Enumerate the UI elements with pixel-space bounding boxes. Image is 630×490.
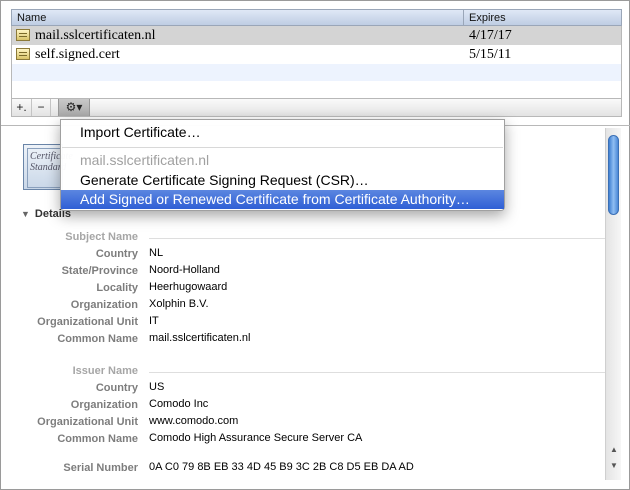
detail-row: Serial Number 0A C0 79 8B EB 33 4D 45 B9…	[11, 460, 605, 477]
field-value: US	[149, 381, 165, 393]
field-label: Organization	[70, 299, 138, 311]
detail-row: Common Name Comodo High Assurance Secure…	[11, 431, 605, 448]
section-rule	[149, 372, 605, 373]
field-value: www.comodo.com	[149, 415, 239, 427]
subject-section-title: Subject Name	[11, 229, 605, 246]
field-value: Noord-Holland	[149, 264, 220, 276]
field-label: Serial Number	[63, 462, 138, 474]
add-button[interactable]: +.	[12, 99, 32, 116]
menu-item-generate-csr[interactable]: Generate Certificate Signing Request (CS…	[61, 171, 504, 190]
field-label: Country	[95, 248, 138, 260]
detail-row: Organization Xolphin B.V.	[11, 297, 605, 314]
certificate-name: mail.sslcertificaten.nl	[35, 28, 156, 43]
field-label: Country	[95, 382, 138, 394]
menu-item-add-signed-certificate[interactable]: Add Signed or Renewed Certificate from C…	[61, 190, 504, 209]
gear-dropdown-menu: Import Certificate… mail.sslcertificaten…	[60, 119, 505, 211]
certificate-icon	[16, 29, 30, 41]
certificate-icon	[16, 48, 30, 60]
field-label: Common Name	[57, 433, 138, 445]
field-label: Organization	[70, 399, 138, 411]
keychain-window: Name Expires mail.sslcertificaten.nl 4/1…	[0, 0, 630, 490]
scroll-thumb[interactable]	[608, 135, 619, 215]
column-header-expires[interactable]: Expires	[469, 12, 506, 24]
field-value: NL	[149, 247, 164, 259]
field-value: Comodo Inc	[149, 398, 209, 410]
detail-row: Common Name mail.sslcertificaten.nl	[11, 331, 605, 348]
gear-menu-label: ⚙▾	[65, 100, 83, 114]
field-value: Heerhugowaard	[149, 281, 228, 293]
certificate-list: mail.sslcertificaten.nl 4/17/17 self.sig…	[11, 26, 622, 98]
detail-row: Organizational Unit IT	[11, 314, 605, 331]
table-row[interactable]: mail.sslcertificaten.nl 4/17/17	[12, 26, 621, 45]
field-label: Organizational Unit	[37, 316, 138, 328]
detail-row: Organizational Unit www.comodo.com	[11, 414, 605, 431]
certificate-name: self.signed.cert	[35, 47, 120, 62]
section-label: Issuer Name	[72, 365, 138, 377]
certificate-toolbar: +. − ⚙▾	[11, 98, 622, 117]
menu-separator	[62, 147, 503, 148]
empty-row	[12, 64, 621, 81]
certificate-expires: 5/15/11	[469, 47, 512, 62]
field-label: Locality	[96, 282, 138, 294]
disclosure-triangle-icon[interactable]: ▼	[21, 209, 30, 219]
detail-row: Country NL	[11, 246, 605, 263]
field-value: IT	[149, 315, 159, 327]
field-value: 0A C0 79 8B EB 33 4D 45 B9 3C 2B C8 D5 E…	[149, 461, 414, 473]
details-scrollbar[interactable]: ▲ ▼	[605, 128, 621, 480]
detail-row: Organization Comodo Inc	[11, 397, 605, 414]
section-label: Subject Name	[65, 231, 138, 243]
menu-item-import-certificate[interactable]: Import Certificate…	[61, 123, 504, 142]
column-divider[interactable]	[463, 10, 464, 25]
remove-button[interactable]: −	[32, 99, 51, 116]
scroll-up-arrow-icon[interactable]: ▲	[609, 445, 619, 454]
section-rule	[149, 238, 605, 239]
table-header: Name Expires	[11, 9, 622, 26]
table-row[interactable]: self.signed.cert 5/15/11	[12, 45, 621, 64]
field-value: Comodo High Assurance Secure Server CA	[149, 432, 363, 444]
column-header-name[interactable]: Name	[17, 12, 46, 24]
detail-row: Country US	[11, 380, 605, 397]
issuer-section-title: Issuer Name	[11, 363, 605, 380]
certificate-expires: 4/17/17	[469, 28, 512, 43]
field-value: mail.sslcertificaten.nl	[149, 332, 251, 344]
scroll-down-arrow-icon[interactable]: ▼	[609, 461, 619, 470]
gear-icon[interactable]: ⚙▾	[58, 99, 90, 116]
field-label: Common Name	[57, 333, 138, 345]
certificate-thumbnail-icon: Certificate Standard	[23, 144, 73, 190]
field-value: Xolphin B.V.	[149, 298, 209, 310]
field-label: State/Province	[61, 265, 138, 277]
field-label: Organizational Unit	[37, 416, 138, 428]
detail-row: Locality Heerhugowaard	[11, 280, 605, 297]
menu-section-header: mail.sslcertificaten.nl	[80, 152, 210, 168]
detail-row: State/Province Noord-Holland	[11, 263, 605, 280]
